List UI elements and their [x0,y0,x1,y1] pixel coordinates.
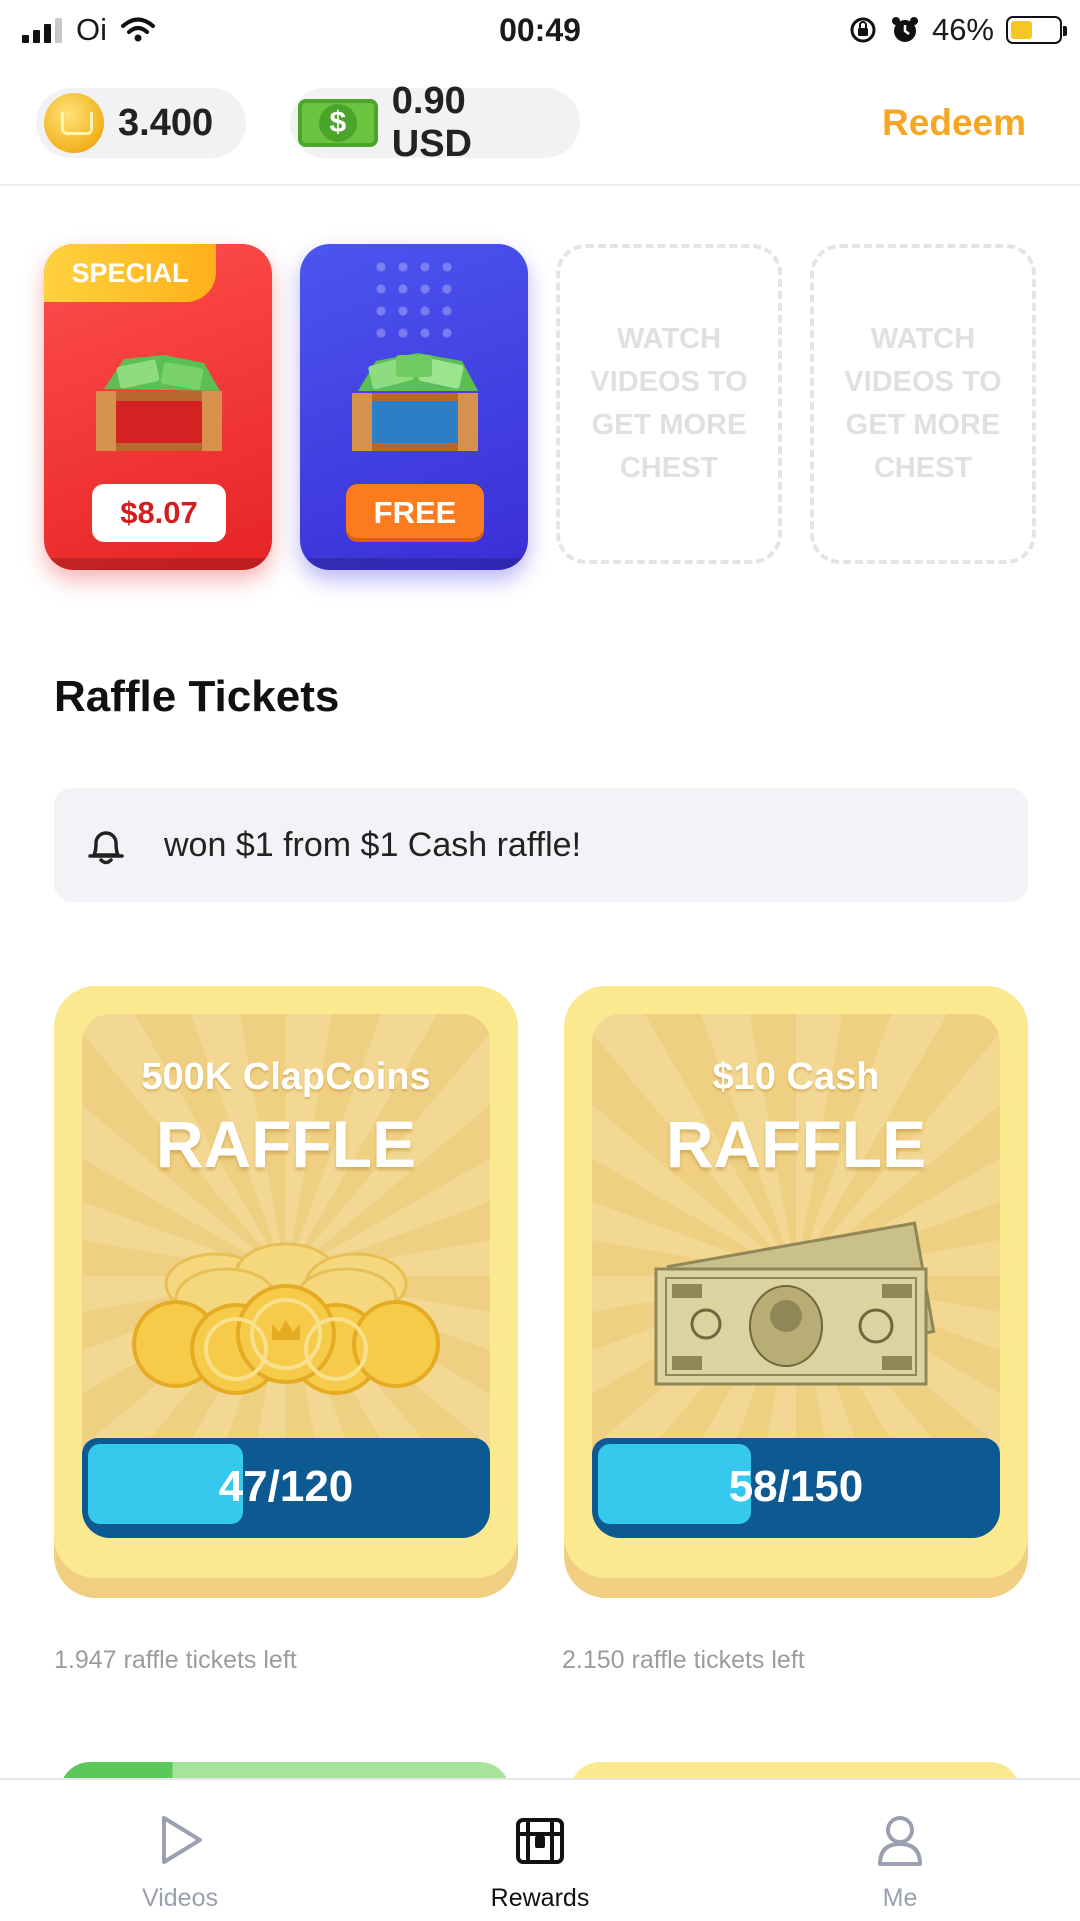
cash-balance[interactable]: $ 0.90 USD [290,80,580,165]
tab-me[interactable]: Me [800,1780,1000,1921]
status-right: 46% [848,12,1067,48]
person-icon [878,1816,922,1866]
raffle-card-body: $10 Cash RAFFLE 58/150 [592,1014,1000,1538]
header-divider [0,184,1080,186]
redeem-button[interactable]: Redeem [882,102,1026,144]
balance-header: 3.400 $ 0.90 USD Redeem [0,80,1080,165]
special-tag: SPECIAL [44,244,216,302]
money-chest-icon [352,353,478,451]
tab-videos[interactable]: Videos [80,1780,280,1921]
tab-rewards[interactable]: Rewards [440,1780,640,1921]
ten-dollar-bill-icon [654,1221,936,1386]
raffle-card-frame: $10 Cash RAFFLE 58/150 [564,986,1028,1578]
notice-text: won $1 from $1 Cash raffle! [164,825,582,864]
empty-chest-slot[interactable]: WATCH VIDEOS TO GET MORE CHEST [810,244,1036,564]
tab-label: Videos [142,1884,218,1912]
status-bar: Oi 00:49 46% [0,0,1080,64]
raffle-progress-label: 47/120 [218,1462,354,1511]
tab-label: Rewards [490,1884,590,1912]
raffle-title: RAFFLE [155,1107,417,1181]
tab-label: Me [882,1884,918,1912]
dots-decoration [370,256,460,346]
empty-chest-slot[interactable]: WATCH VIDEOS TO GET MORE CHEST [556,244,782,564]
coin-balance[interactable]: 3.400 [36,88,246,158]
raffle-progress-bar: 58/150 [592,1438,1000,1538]
coin-icon [44,93,104,153]
battery-icon [1006,16,1067,44]
raffle-card-frame: 500K ClapCoins RAFFLE 47/120 [54,986,518,1578]
cash-icon: $ [298,99,378,147]
raffle-card-body: 500K ClapCoins RAFFLE 47/120 [82,1014,490,1538]
free-chest-card[interactable]: FREE [300,244,528,570]
free-chest-button[interactable]: FREE [346,484,484,542]
chest-icon [516,1818,564,1864]
bottom-tab-bar: Videos Rewards Me [0,1778,1080,1921]
battery-percent: 46% [931,12,994,47]
rotation-lock-icon [850,17,876,43]
play-icon [162,1816,202,1864]
money-chest-icon [96,355,222,451]
special-chest-price-button[interactable]: $8.07 [92,484,226,542]
tickets-left-text: 2.150 raffle tickets left [562,1646,805,1674]
bell-icon [88,831,124,865]
cash-balance-value: 0.90 USD [391,80,472,165]
raffle-title: RAFFLE [665,1107,927,1181]
raffle-card-cash[interactable]: $10 Cash RAFFLE 58/150 [564,986,1028,1598]
section-title: Raffle Tickets [54,672,340,721]
coins-pile-icon [132,1242,440,1395]
tickets-left-text: 1.947 raffle tickets left [54,1646,297,1674]
battery-level [1011,21,1033,39]
raffle-prize-title: 500K ClapCoins [141,1056,431,1098]
coin-balance-value: 3.400 [118,101,214,144]
alarm-icon [891,17,918,42]
winner-notice: won $1 from $1 Cash raffle! [54,788,1028,902]
raffle-progress-bar: 47/120 [82,1438,490,1538]
special-chest-card[interactable]: SPECIAL $8.07 [44,244,272,570]
raffle-card-clapcoins[interactable]: 500K ClapCoins RAFFLE 47/120 [54,986,518,1598]
raffle-progress-label: 58/150 [728,1462,864,1511]
raffle-prize-title: $10 Cash [712,1056,880,1098]
